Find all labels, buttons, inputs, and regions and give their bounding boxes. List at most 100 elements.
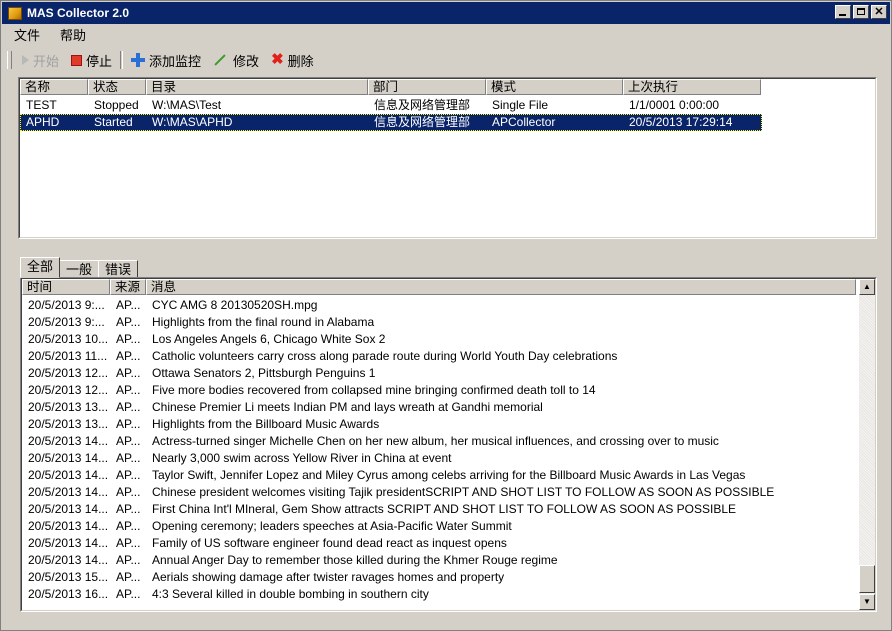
delete-x-icon: ✖	[271, 51, 284, 68]
stop-button[interactable]: 停止	[65, 49, 118, 71]
log-time: 20/5/2013 14...	[28, 434, 109, 448]
log-message: Five more bodies recovered from collapse…	[152, 383, 596, 397]
scroll-thumb[interactable]	[859, 565, 875, 593]
column-header-mode[interactable]: 模式	[486, 79, 623, 95]
log-row[interactable]: 20/5/2013 14... AP... Chinese president we…	[22, 484, 852, 501]
log-message: Ottawa Senators 2, Pittsburgh Penguins 1	[152, 366, 376, 380]
log-source: AP...	[116, 553, 141, 567]
scroll-down-button[interactable]: ▼	[859, 594, 875, 610]
column-header-time[interactable]: 时间	[22, 279, 110, 295]
stop-label: 停止	[86, 53, 113, 69]
log-source: AP...	[116, 298, 141, 312]
log-row[interactable]: 20/5/2013 15... AP... Aerials showing dama…	[22, 569, 852, 586]
log-row[interactable]: 20/5/2013 14... AP... First China Int'l MI…	[22, 501, 852, 518]
log-list[interactable]: 时间 来源 消息 20/5/2013 9:... AP... CYC AMG 8 2…	[20, 277, 877, 612]
monitor-row[interactable]: TEST Stopped W:\MAS\Test 信息及网络管理部 Single…	[20, 97, 762, 114]
log-source: AP...	[116, 587, 141, 601]
tab-general[interactable]: 一般	[59, 260, 100, 278]
log-tabs: 全部 一般 错误	[20, 256, 139, 278]
toolbar: 开始 停止 添加监控 修改 ✖ 删除	[2, 47, 890, 73]
log-source: AP...	[116, 383, 141, 397]
log-message: Chinese Premier Li meets Indian PM and l…	[152, 400, 543, 414]
minimize-button[interactable]	[835, 5, 851, 19]
column-header-status[interactable]: 状态	[88, 79, 146, 95]
log-message: Actress-turned singer Michelle Chen on h…	[152, 434, 719, 448]
log-time: 20/5/2013 14...	[28, 519, 109, 533]
column-header-department[interactable]: 部门	[368, 79, 486, 95]
log-message: Los Angeles Angels 6, Chicago White Sox …	[152, 332, 386, 346]
log-time: 20/5/2013 12...	[28, 383, 109, 397]
log-row[interactable]: 20/5/2013 14... AP... Actress-turned singe…	[22, 433, 852, 450]
monitor-mode: APCollector	[492, 115, 556, 129]
monitor-row-selected[interactable]: APHD Started W:\MAS\APHD 信息及网络管理部 APColl…	[20, 114, 762, 131]
column-header-name[interactable]: 名称	[20, 79, 88, 95]
log-row[interactable]: 20/5/2013 12... AP... Ottawa Senators 2, P…	[22, 365, 852, 382]
log-row[interactable]: 20/5/2013 13... AP... Chinese Premier Li m…	[22, 399, 852, 416]
log-message: Catholic volunteers carry cross along pa…	[152, 349, 618, 363]
log-time: 20/5/2013 14...	[28, 485, 109, 499]
close-button[interactable]: ✕	[871, 5, 887, 19]
log-source: AP...	[116, 570, 141, 584]
start-button[interactable]: 开始	[16, 49, 65, 71]
log-time: 20/5/2013 14...	[28, 553, 109, 567]
menu-file[interactable]: 文件	[6, 25, 48, 44]
scroll-up-button[interactable]: ▲	[859, 279, 875, 295]
window-controls: ✕	[835, 5, 887, 19]
column-header-message[interactable]: 消息	[146, 279, 856, 295]
delete-label: 删除	[287, 53, 314, 69]
maximize-icon	[857, 8, 865, 15]
log-row[interactable]: 20/5/2013 14... AP... Opening ceremony; le…	[22, 518, 852, 535]
delete-button[interactable]: ✖ 删除	[265, 49, 320, 71]
edit-label: 修改	[233, 53, 260, 69]
monitor-last-run: 1/1/0001 0:00:00	[629, 98, 720, 112]
app-icon	[8, 6, 22, 20]
log-row[interactable]: 20/5/2013 11... AP... Catholic volunteers …	[22, 348, 852, 365]
toolbar-separator	[120, 51, 124, 69]
stop-icon	[71, 54, 83, 66]
column-header-source[interactable]: 来源	[110, 279, 146, 295]
column-header-last-run[interactable]: 上次执行	[623, 79, 761, 95]
log-row[interactable]: 20/5/2013 14... AP... Nearly 3,000 swim ac…	[22, 450, 852, 467]
play-icon	[22, 55, 29, 65]
log-source: AP...	[116, 315, 141, 329]
log-row[interactable]: 20/5/2013 13... AP... Highlights from the …	[22, 416, 852, 433]
log-source: AP...	[116, 536, 141, 550]
log-time: 20/5/2013 13...	[28, 400, 109, 414]
log-message: Aerials showing damage after twister rav…	[152, 570, 505, 584]
log-row[interactable]: 20/5/2013 14... AP... Taylor Swift, Jennif…	[22, 467, 852, 484]
toolbar-grip[interactable]	[7, 51, 12, 69]
plus-icon	[131, 53, 146, 67]
tab-all[interactable]: 全部	[20, 257, 61, 278]
log-row[interactable]: 20/5/2013 14... AP... Family of US softwar…	[22, 535, 852, 552]
log-row[interactable]: 20/5/2013 14... AP... Annual Anger Day to …	[22, 552, 852, 569]
monitor-name: APHD	[26, 115, 60, 129]
log-row[interactable]: 20/5/2013 16... AP... 4:3 Several killed i…	[22, 586, 852, 603]
monitor-directory: W:\MAS\Test	[152, 98, 222, 112]
monitor-list[interactable]: 名称 状态 目录 部门 模式 上次执行 TEST Stopped W:\MAS\…	[18, 77, 877, 239]
tab-errors[interactable]: 错误	[98, 260, 139, 278]
log-row[interactable]: 20/5/2013 9:... AP... Highlights from the …	[22, 314, 852, 331]
title-bar[interactable]: MAS Collector 2.0 ✕	[2, 2, 890, 24]
log-source: AP...	[116, 332, 141, 346]
add-monitor-label: 添加监控	[149, 53, 202, 69]
log-source: AP...	[116, 417, 141, 431]
pencil-icon	[214, 54, 226, 66]
log-time: 20/5/2013 14...	[28, 502, 109, 516]
log-scrollbar[interactable]: ▲ ▼	[859, 279, 875, 610]
log-row[interactable]: 20/5/2013 10... AP... Los Angeles Angels 6…	[22, 331, 852, 348]
log-source: AP...	[116, 485, 141, 499]
maximize-button[interactable]	[853, 5, 869, 19]
column-header-directory[interactable]: 目录	[146, 79, 368, 95]
add-monitor-button[interactable]: 添加监控	[125, 49, 207, 71]
log-message: First China Int'l MIneral, Gem Show attr…	[152, 502, 737, 516]
window-title: MAS Collector 2.0	[27, 6, 130, 20]
log-message: Highlights from the final round in Alaba…	[152, 315, 375, 329]
log-source: AP...	[116, 349, 141, 363]
log-message: Family of US software engineer found dea…	[152, 536, 507, 550]
menu-help[interactable]: 帮助	[52, 25, 94, 44]
log-row[interactable]: 20/5/2013 12... AP... Five more bodies rec…	[22, 382, 852, 399]
log-row[interactable]: 20/5/2013 9:... AP... CYC AMG 8 20130520SH…	[22, 297, 852, 314]
log-source: AP...	[116, 434, 141, 448]
log-source: AP...	[116, 468, 141, 482]
edit-button[interactable]: 修改	[207, 49, 265, 71]
